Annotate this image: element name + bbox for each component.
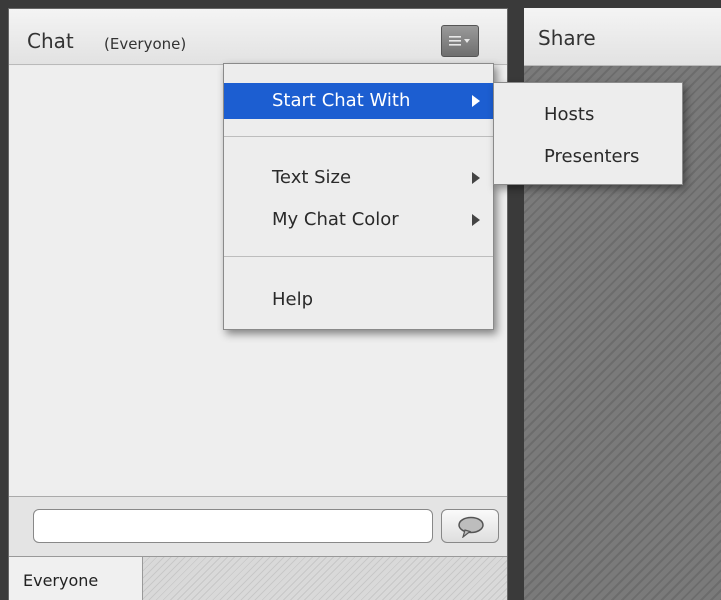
- submenu-arrow-icon: [472, 214, 480, 226]
- pod-options-menu-icon: [449, 36, 470, 46]
- chat-audience-label: (Everyone): [104, 35, 187, 53]
- chat-input-bar: [9, 496, 507, 556]
- submenu-item-presenters[interactable]: Presenters: [494, 139, 682, 175]
- chat-message-input[interactable]: [33, 509, 433, 543]
- submenu-item-hosts[interactable]: Hosts: [494, 97, 682, 133]
- menu-item-my-chat-color[interactable]: My Chat Color: [224, 202, 493, 238]
- menu-item-help[interactable]: Help: [224, 282, 493, 318]
- pod-options-menu-button[interactable]: [441, 25, 479, 57]
- tab-label: Everyone: [23, 571, 99, 590]
- speech-bubble-icon: [458, 516, 484, 538]
- submenu-item-label: Presenters: [544, 146, 640, 167]
- menu-item-label: My Chat Color: [272, 209, 399, 230]
- share-pod-header: Share: [524, 8, 721, 66]
- chat-pod-header: Chat (Everyone): [9, 9, 507, 65]
- share-pod-title: Share: [538, 26, 596, 50]
- menu-divider: [224, 136, 493, 137]
- menu-item-label: Help: [272, 289, 314, 310]
- pod-options-menu: Start Chat With Text Size My Chat Color …: [223, 63, 494, 330]
- submenu-arrow-icon: [472, 95, 480, 107]
- menu-divider: [224, 256, 493, 257]
- start-chat-with-submenu: Hosts Presenters: [493, 82, 683, 185]
- tab-everyone[interactable]: Everyone: [9, 556, 143, 600]
- menu-item-label: Start Chat With: [272, 90, 411, 111]
- menu-item-label: Text Size: [272, 167, 352, 188]
- submenu-item-label: Hosts: [544, 104, 595, 125]
- send-message-button[interactable]: [441, 509, 499, 543]
- menu-item-start-chat-with[interactable]: Start Chat With: [224, 83, 493, 119]
- chat-pod-title: Chat: [27, 29, 74, 53]
- chat-tab-bar: Everyone: [9, 556, 507, 600]
- submenu-arrow-icon: [472, 172, 480, 184]
- menu-item-text-size[interactable]: Text Size: [224, 160, 493, 196]
